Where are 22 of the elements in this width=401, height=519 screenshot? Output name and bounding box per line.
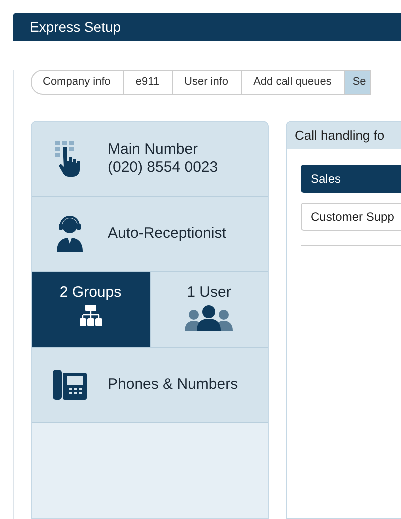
step-tab[interactable]: Add call queues: [242, 70, 345, 95]
org-chart-icon: [80, 305, 102, 327]
sidebar-item[interactable]: Phones & Numbers: [32, 348, 268, 423]
item-title: Auto-Receptionist: [108, 225, 226, 243]
sidebar-tile[interactable]: 2 Groups: [32, 272, 150, 347]
sidebar-item[interactable]: Main Number (020) 8554 0023: [32, 122, 268, 197]
headset-person-icon: [56, 216, 84, 252]
people-icon: [184, 305, 234, 331]
group-item[interactable]: Sales: [301, 165, 401, 193]
group-item[interactable]: Customer Supp: [301, 203, 401, 231]
sidebar-item[interactable]: Auto-Receptionist: [32, 197, 268, 272]
phone-number: (020) 8554 0023: [108, 159, 218, 177]
item-title: Phones & Numbers: [108, 376, 238, 394]
step-tab[interactable]: User info: [172, 70, 242, 95]
step-tab[interactable]: Se: [344, 70, 372, 95]
window-title: Express Setup: [30, 19, 122, 35]
step-tab[interactable]: Company info: [31, 70, 124, 95]
step-tab[interactable]: e911: [124, 70, 173, 95]
item-title: Main Number: [108, 141, 200, 159]
desk-phone-icon: [53, 369, 87, 401]
sidebar-tile[interactable]: 1 User: [150, 272, 268, 347]
panel-title: Call handling fo: [295, 128, 385, 143]
